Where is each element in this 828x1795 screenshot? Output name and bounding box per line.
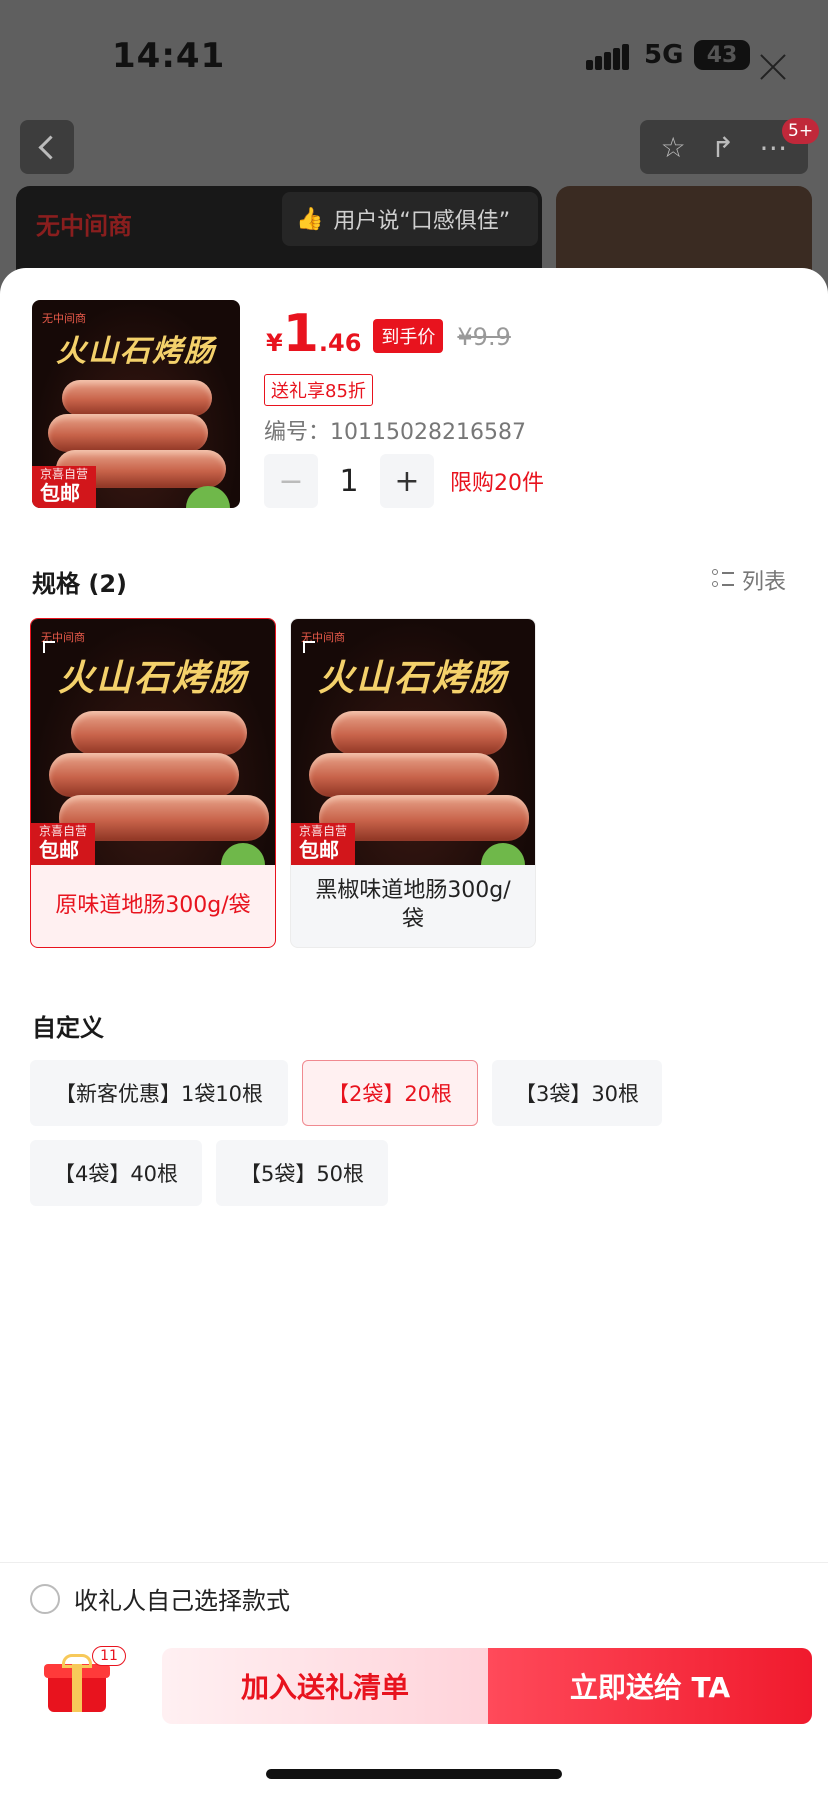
gift-count-badge: 11 (92, 1646, 126, 1666)
custom-option[interactable]: 【2袋】20根 (302, 1060, 478, 1126)
list-icon (711, 569, 734, 591)
sausage-art (48, 414, 208, 452)
spec-option-label: 原味道地肠300g/袋 (55, 892, 251, 918)
list-view-toggle[interactable]: 列表 (711, 564, 786, 596)
spec-image-title: 火山石烤肠 (57, 657, 248, 699)
spec-image-title: 火山石烤肠 (317, 657, 508, 699)
product-thumbnail[interactable]: 无中间商 火山石烤肠 京喜自营 包邮 (32, 300, 240, 508)
signal-icon (586, 44, 630, 70)
self-choose-label: 收礼人自己选择款式 (74, 1587, 290, 1615)
spec-image: 无中间商 火山石烤肠 京喜自营 包邮 (31, 619, 275, 865)
item-number: 编号：10115028216587 (264, 420, 526, 445)
gift-discount-tag: 送礼享85折 (264, 374, 373, 406)
footer-divider (0, 1562, 828, 1563)
custom-title: 自定义 (32, 1014, 104, 1042)
spec-image: 无中间商 火山石烤肠 京喜自营 包邮 (291, 619, 535, 865)
sausage-art (331, 711, 507, 755)
send-now-button[interactable]: 立即送给 TA (488, 1648, 812, 1724)
network-type: 5G (644, 40, 684, 70)
close-icon[interactable] (756, 50, 790, 84)
sausage-art (71, 711, 247, 755)
spec-option[interactable]: 无中间商 火山石烤肠 京喜自营 包邮 原味道地肠300g/袋 (30, 618, 276, 948)
garnish-art (481, 843, 525, 865)
final-price-chip: 到手价 (373, 319, 444, 353)
price-integer: 1 (282, 304, 319, 364)
custom-option[interactable]: 【4袋】40根 (30, 1140, 202, 1206)
increase-button[interactable]: + (380, 454, 434, 508)
status-time: 14:41 (112, 36, 226, 76)
radio-button[interactable] (30, 1583, 60, 1614)
spec-title: 规格 (2) (32, 570, 127, 598)
delivery-tag: 京喜自营 包邮 (291, 823, 356, 865)
thumbnail-brand: 无中间商 (42, 312, 86, 325)
list-toggle-label: 列表 (741, 570, 786, 595)
delivery-tag: 京喜自营 包邮 (32, 466, 97, 508)
delivery-tag: 京喜自营 包邮 (31, 823, 96, 865)
home-indicator (266, 1769, 562, 1779)
custom-option[interactable]: 【新客优惠】1袋10根 (30, 1060, 288, 1126)
purchase-limit: 限购20件 (450, 471, 544, 496)
battery-icon: 43 (694, 40, 750, 70)
star-icon[interactable]: ☆ (661, 131, 686, 164)
spec-option-label: 黑椒味道地肠300g/袋 (315, 878, 511, 932)
share-icon[interactable]: ↱ (711, 131, 734, 164)
sku-sheet: 无中间商 火山石烤肠 京喜自营 包邮 ¥ 1 .46 到手价 ¥9.9 送礼享8… (0, 268, 828, 1795)
back-icon[interactable] (20, 120, 74, 174)
review-text: 用户说“口感俱佳” (333, 209, 511, 234)
price-decimal: .46 (318, 329, 362, 357)
custom-option[interactable]: 【5袋】50根 (216, 1140, 388, 1206)
quantity-stepper: − 1 + 限购20件 (264, 454, 544, 508)
garnish-art (221, 843, 265, 865)
self-choose-option[interactable]: 收礼人自己选择款式 (30, 1581, 290, 1616)
price-symbol: ¥ (266, 329, 283, 357)
banner-brand: 无中间商 (36, 212, 132, 240)
original-price: ¥9.9 (457, 323, 511, 351)
thumbnail-title: 火山石烤肠 (56, 334, 216, 369)
thumbs-up-icon: 👍 (296, 206, 324, 232)
spec-option[interactable]: 无中间商 火山石烤肠 京喜自营 包邮 黑椒味道地肠300g/袋 (290, 618, 536, 948)
sausage-art (49, 753, 239, 797)
garnish-art (186, 486, 230, 508)
quantity-value[interactable]: 1 (318, 464, 380, 499)
message-badge: 5+ (782, 118, 820, 144)
decrease-button[interactable]: − (264, 454, 318, 508)
review-pill: 👍 用户说“口感俱佳” (282, 192, 538, 246)
sausage-art (62, 380, 212, 416)
price-row: ¥ 1 .46 到手价 ¥9.9 (266, 308, 511, 361)
custom-option[interactable]: 【3袋】30根 (492, 1060, 662, 1126)
add-to-gift-list-button[interactable]: 加入送礼清单 (162, 1648, 488, 1724)
sausage-art (309, 753, 499, 797)
